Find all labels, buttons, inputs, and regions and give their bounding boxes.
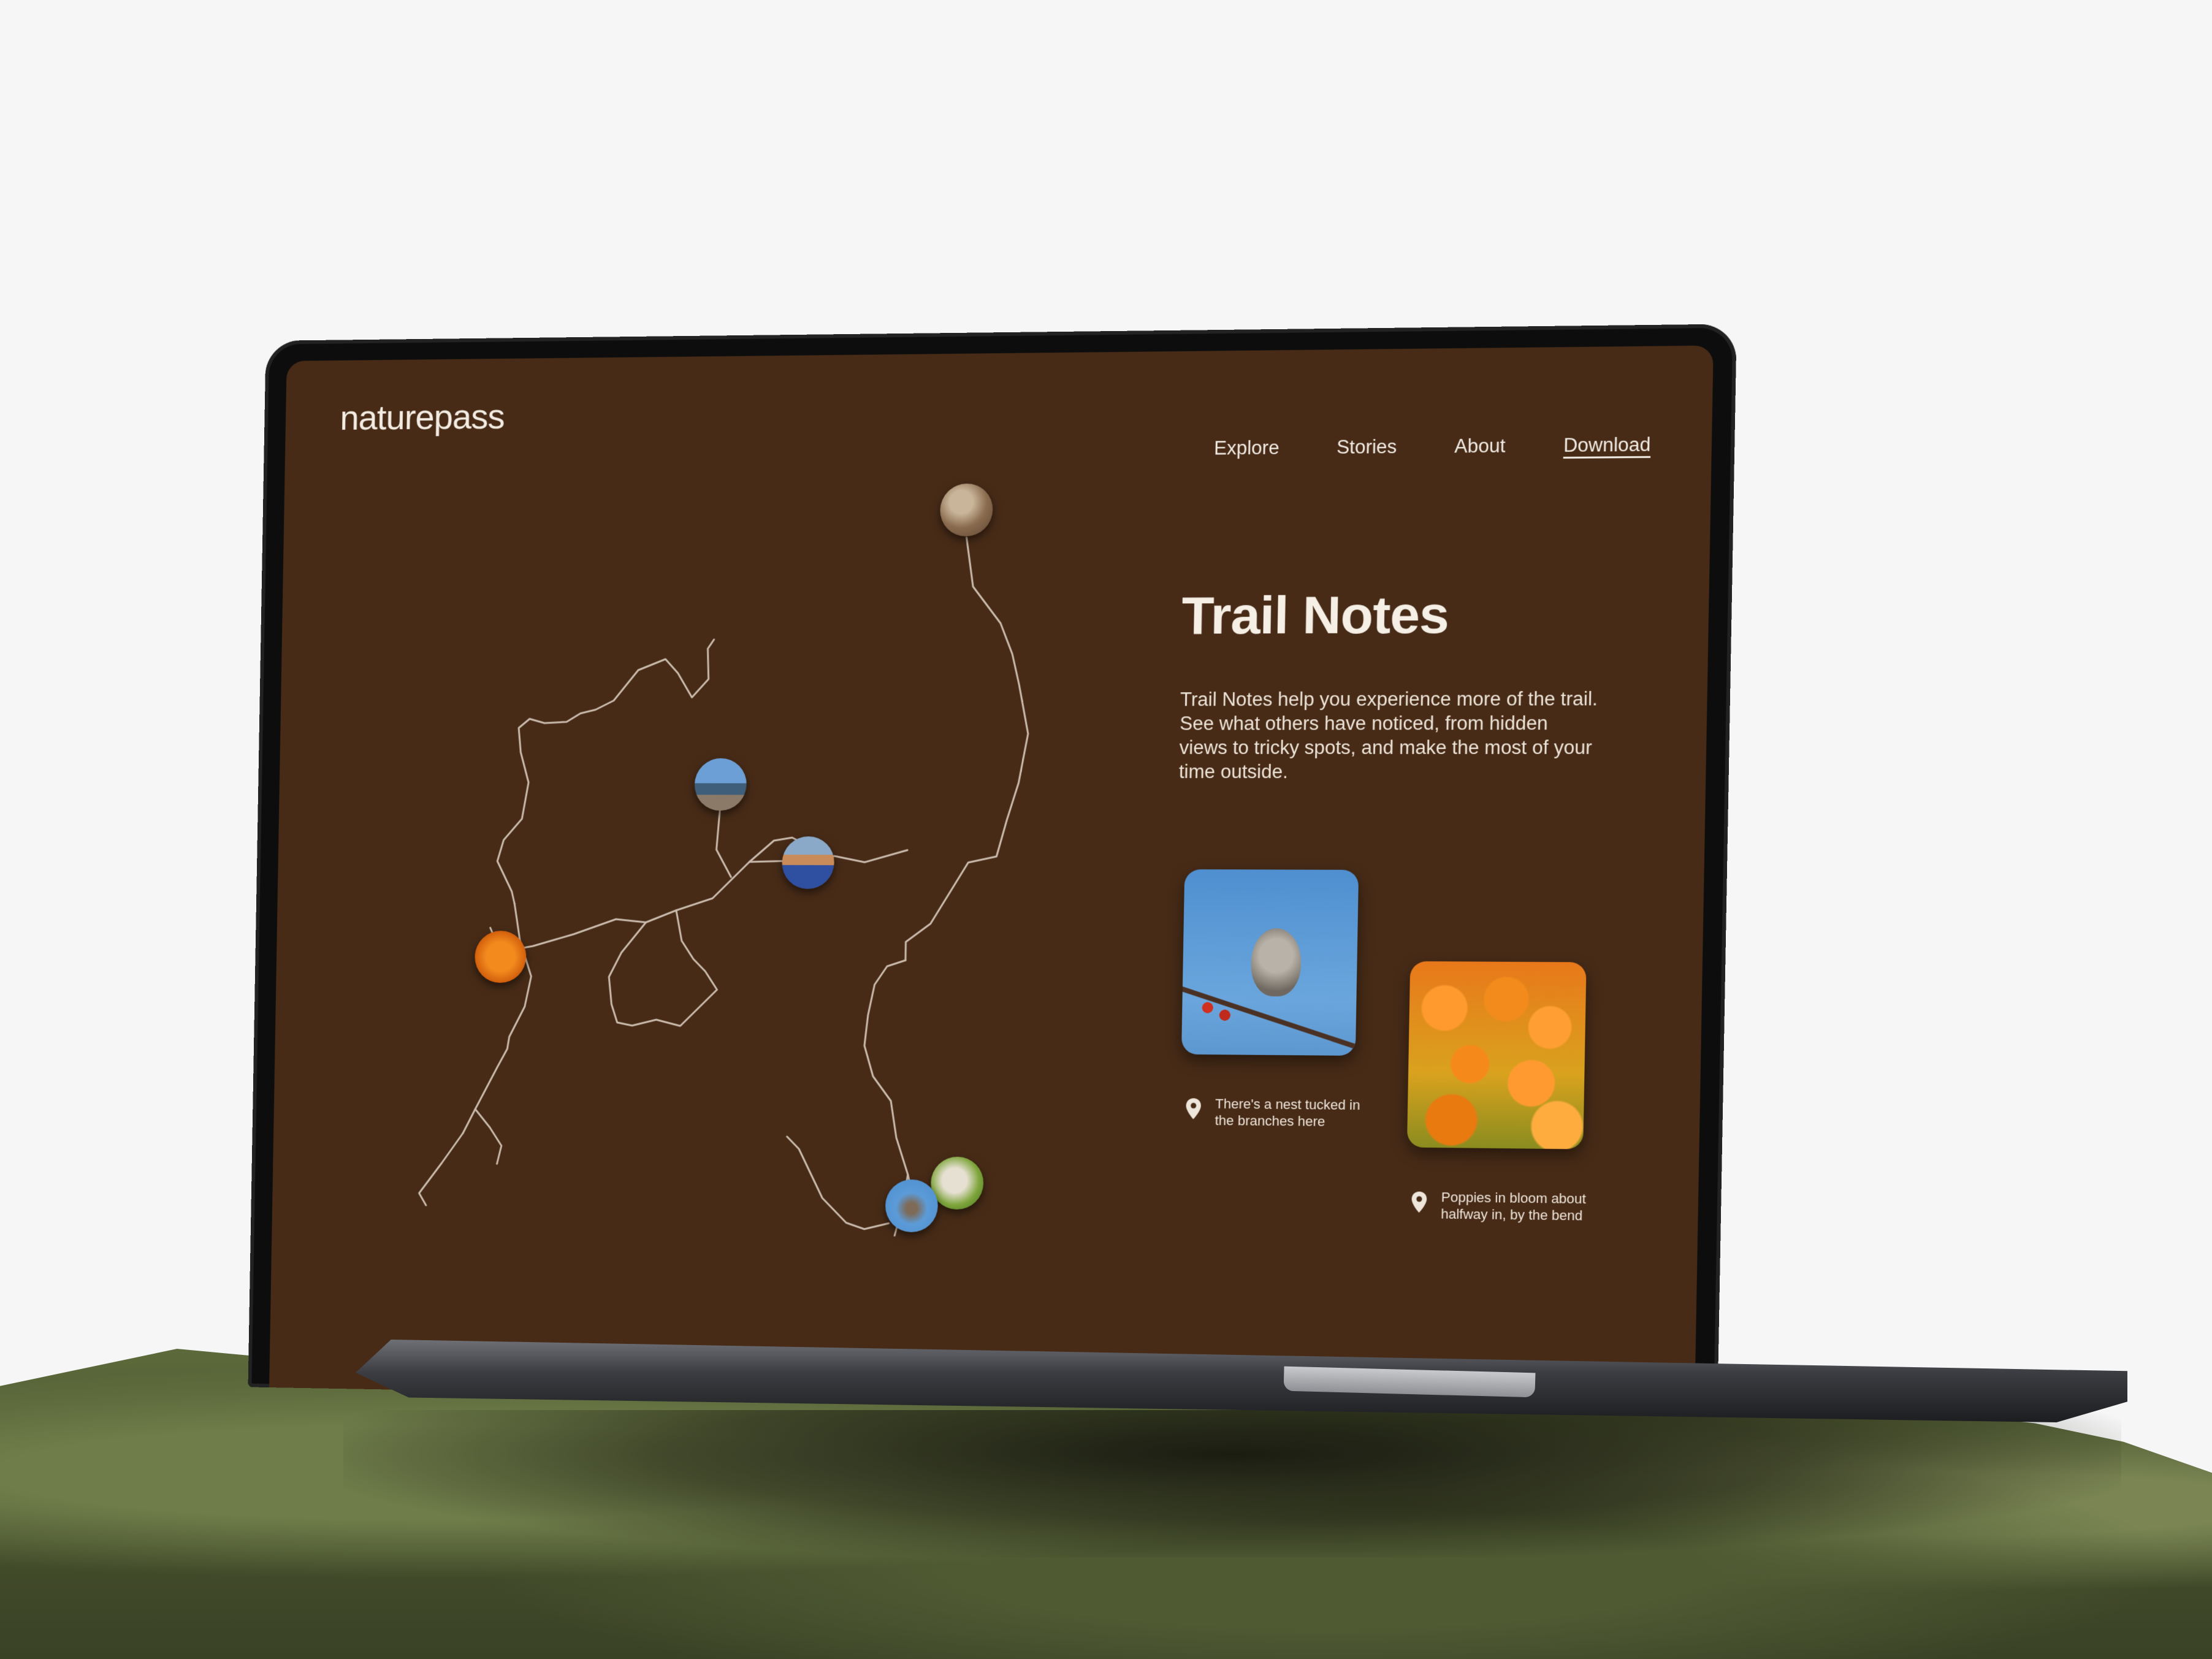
note-caption: Poppies in bloom about halfway in, by th… xyxy=(1406,1188,1593,1224)
laptop-mockup-scene: naturepass Explore Stories About Downloa… xyxy=(0,0,2212,1659)
trail-path-loop xyxy=(608,910,719,1026)
trail-path-spur-hikers xyxy=(716,807,733,877)
nav-download[interactable]: Download xyxy=(1563,433,1651,457)
main-nav: Explore Stories About Download xyxy=(1214,433,1651,459)
note-caption-text: Poppies in bloom about halfway in, by th… xyxy=(1441,1189,1587,1224)
trail-map xyxy=(270,352,1143,1337)
location-pin-icon xyxy=(1411,1191,1427,1213)
laptop-lid: naturepass Explore Stories About Downloa… xyxy=(248,324,1737,1413)
trail-path-north xyxy=(906,537,1032,961)
berries-shape xyxy=(1194,993,1238,1031)
trail-path-center xyxy=(500,849,907,954)
laptop-shadow xyxy=(343,1410,2121,1557)
nav-explore[interactable]: Explore xyxy=(1214,437,1280,459)
bird-on-branch-photo xyxy=(1181,869,1359,1056)
page-title: Trail Notes xyxy=(1181,585,1449,646)
trail-path-northwest xyxy=(497,639,714,904)
trail-path-southwest-2 xyxy=(419,1133,463,1206)
trail-note-card-bird[interactable]: There's a nest tucked in the branches he… xyxy=(1180,869,1369,1130)
bird-shape xyxy=(1250,928,1302,997)
nav-about[interactable]: About xyxy=(1454,435,1506,457)
trail-path-south-branch xyxy=(785,1137,890,1229)
page-description: Trail Notes help you experience more of … xyxy=(1178,687,1598,783)
note-caption: There's a nest tucked in the branches he… xyxy=(1180,1095,1365,1130)
website-screen: naturepass Explore Stories About Downloa… xyxy=(269,345,1714,1413)
location-pin-icon xyxy=(1186,1098,1202,1119)
trail-path-southwest-1 xyxy=(475,1109,502,1164)
note-caption-text: There's a nest tucked in the branches he… xyxy=(1215,1096,1360,1129)
poppies-photo xyxy=(1406,961,1587,1150)
trail-lines xyxy=(270,352,1143,1337)
nav-stories[interactable]: Stories xyxy=(1337,436,1397,459)
trail-note-card-poppies[interactable]: Poppies in bloom about halfway in, by th… xyxy=(1406,961,1596,1224)
